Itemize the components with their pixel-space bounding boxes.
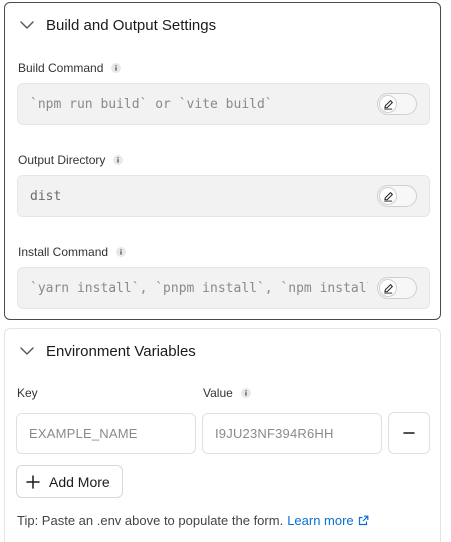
build-command-label-text: Build Command: [18, 61, 104, 75]
info-icon[interactable]: [116, 247, 127, 257]
info-icon[interactable]: [240, 388, 251, 398]
plus-icon: [26, 474, 40, 489]
external-link-icon: [358, 515, 369, 526]
chevron-down-icon: [19, 17, 35, 33]
info-icon[interactable]: [111, 63, 122, 73]
build-command-label: Build Command: [18, 61, 122, 75]
learn-more-label: Learn more: [287, 513, 354, 528]
install-command-label: Install Command: [18, 245, 127, 259]
pencil-icon: [379, 279, 397, 297]
env-key-input[interactable]: [16, 413, 196, 454]
output-directory-value: dist: [30, 189, 62, 204]
build-settings-title: Build and Output Settings: [46, 16, 217, 34]
learn-more-link[interactable]: Learn more: [287, 513, 369, 528]
environment-variables-title: Environment Variables: [46, 342, 196, 360]
env-tip: Tip: Paste an .env above to populate the…: [17, 513, 369, 528]
build-command-override-toggle[interactable]: [377, 93, 417, 115]
build-command-field[interactable]: `npm run build` or `vite build`: [17, 83, 430, 125]
env-value-input[interactable]: [202, 413, 382, 454]
env-value-label: Value: [203, 386, 251, 400]
build-settings-panel: Build and Output Settings Build Command …: [4, 2, 441, 320]
info-icon[interactable]: [113, 155, 124, 165]
env-tip-text: Tip: Paste an .env above to populate the…: [17, 513, 284, 528]
output-directory-label: Output Directory: [18, 153, 124, 167]
build-command-placeholder: `npm run build` or `vite build`: [30, 97, 273, 112]
add-more-label: Add More: [49, 473, 110, 490]
install-command-label-text: Install Command: [18, 245, 109, 259]
add-more-button[interactable]: Add More: [16, 465, 123, 498]
install-command-override-toggle[interactable]: [377, 277, 417, 299]
environment-variables-header[interactable]: Environment Variables: [19, 341, 196, 361]
chevron-down-icon: [19, 343, 35, 359]
pencil-icon: [379, 95, 397, 113]
remove-variable-button[interactable]: [388, 412, 430, 454]
env-key-label: Key: [17, 386, 38, 400]
output-directory-field[interactable]: dist: [17, 175, 430, 217]
env-value-label-text: Value: [203, 386, 233, 400]
install-command-field[interactable]: `yarn install`, `pnpm install`, `npm ins…: [17, 267, 430, 309]
minus-icon: [402, 426, 416, 440]
pencil-icon: [379, 187, 397, 205]
install-command-placeholder: `yarn install`, `pnpm install`, `npm ins…: [30, 281, 368, 296]
environment-variables-panel: Environment Variables Key Value Add More…: [4, 328, 441, 542]
build-settings-header[interactable]: Build and Output Settings: [19, 15, 216, 35]
output-directory-override-toggle[interactable]: [377, 185, 417, 207]
output-directory-label-text: Output Directory: [18, 153, 106, 167]
